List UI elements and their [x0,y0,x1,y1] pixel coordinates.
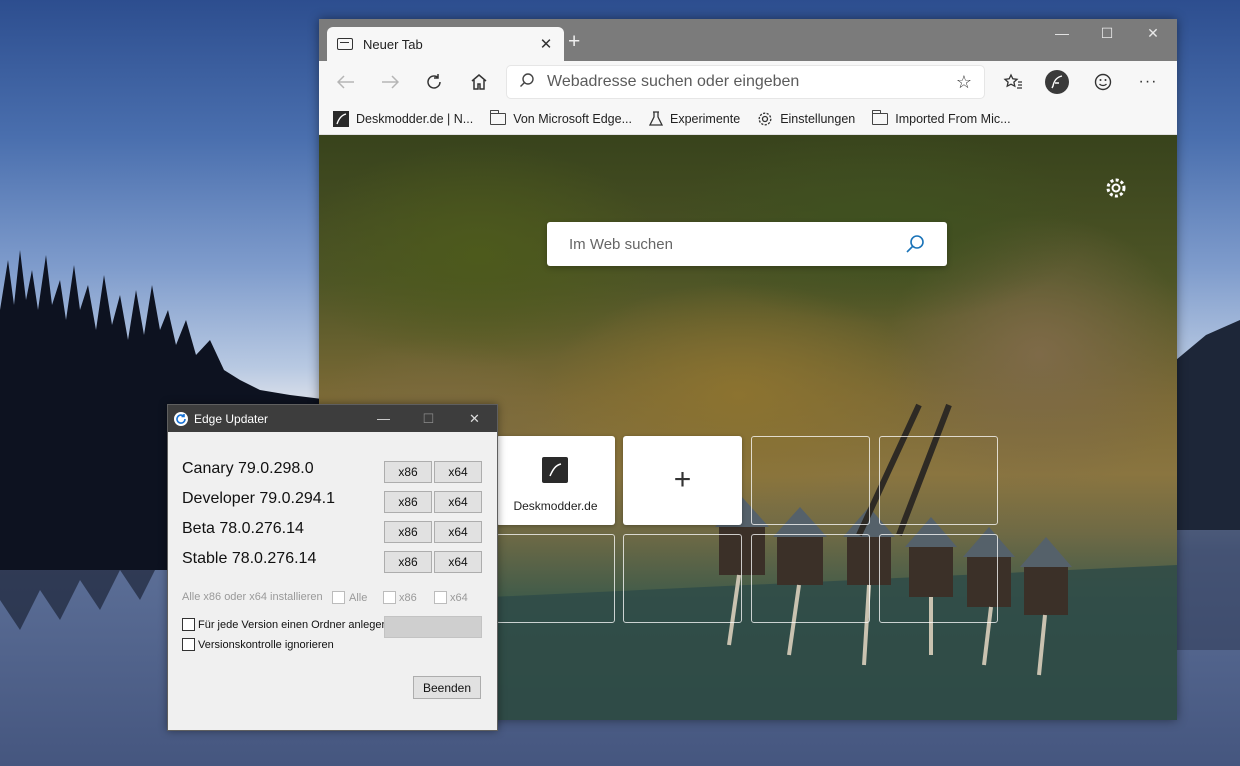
favorite-item[interactable]: Imported From Mic... [871,109,1011,126]
favorite-item[interactable]: Von Microsoft Edge... [489,109,632,126]
close-window-button[interactable]: ✕ [1130,25,1176,42]
tab-title: Neuer Tab [363,36,423,52]
search-icon [507,72,547,93]
address-input[interactable]: Webadresse suchen oder eingeben [547,73,944,91]
favorite-label: Einstellungen [780,111,856,126]
new-tab-page-icon [337,38,353,50]
favorite-item[interactable]: Einstellungen [757,111,855,127]
maximize-button[interactable]: ☐ [1084,25,1130,42]
folder-icon [871,109,889,125]
gear-icon [757,111,773,127]
back-button[interactable] [332,69,360,95]
favorite-item[interactable]: Deskmodder.de | N... [333,110,474,127]
feather-icon [1051,75,1063,89]
stable-x64-button[interactable]: x64 [434,551,482,573]
tab-strip: Neuer Tab ✕ + — ☐ ✕ [319,19,1177,61]
empty-tile [879,534,998,623]
exit-button[interactable]: Beenden [413,676,481,699]
install-x64-option-label: x64 [450,592,468,604]
empty-tile [751,534,870,623]
favorite-label: Von Microsoft Edge... [513,111,632,126]
favorites-button[interactable] [999,69,1027,95]
deskmodder-icon [333,110,349,127]
favorite-label: Experimente [670,111,741,126]
stable-x86-button[interactable]: x86 [384,551,432,573]
developer-x86-button[interactable]: x86 [384,491,432,513]
smiley-icon [1094,73,1112,91]
updater-minimize-button[interactable]: — [361,405,406,432]
favorites-list-icon [1003,73,1022,89]
new-tab-button[interactable]: + [568,31,580,53]
empty-tile [751,436,870,525]
empty-tile [623,534,742,623]
tab-neuer-tab[interactable]: Neuer Tab ✕ [327,27,564,61]
install-all-label: Alle x86 oder x64 installieren [182,591,323,603]
deskmodder-icon [542,457,568,483]
more-menu-icon[interactable]: ··· [1134,69,1162,95]
version-label-beta: Beta 78.0.276.14 [182,520,304,537]
canary-x86-button[interactable]: x86 [384,461,432,483]
forward-arrow-icon [382,75,399,89]
empty-tile [496,534,615,623]
favorites-bar: Deskmodder.de | N... Von Microsoft Edge.… [319,103,1177,135]
updater-title: Edge Updater [194,411,269,426]
install-all-checkbox [332,591,345,604]
folder-per-version-label: Für jede Version einen Ordner anlegen [198,619,388,631]
install-x86-option-label: x86 [399,592,417,604]
flask-icon [649,110,663,127]
home-icon [471,74,487,90]
web-search-box[interactable]: Im Web suchen [547,222,947,266]
refresh-icon [427,74,441,89]
refresh-button[interactable] [420,69,448,95]
ignore-version-check-checkbox[interactable] [182,638,195,651]
tab-close-icon[interactable]: ✕ [538,35,554,53]
install-x86-checkbox [383,591,396,604]
web-search-input[interactable]: Im Web suchen [569,236,905,253]
desktop-right-hill [1176,320,1240,650]
favorite-item[interactable]: Experimente [649,110,741,127]
add-quick-link-button[interactable]: + [623,436,742,525]
back-arrow-icon [337,75,354,89]
folder-path-field [384,616,482,638]
favorite-label: Imported From Mic... [895,111,1011,126]
beta-x86-button[interactable]: x86 [384,521,432,543]
home-button[interactable] [465,69,493,95]
canary-x64-button[interactable]: x64 [434,461,482,483]
empty-tile [879,436,998,525]
folder-icon [489,109,507,125]
updater-maximize-button: ☐ [422,410,435,426]
plus-icon: + [673,463,692,496]
add-favorite-star-icon[interactable]: ☆ [944,72,984,93]
address-bar[interactable]: Webadresse suchen oder eingeben ☆ [507,66,984,98]
feedback-button[interactable] [1089,69,1117,95]
updater-app-icon [174,411,188,426]
minimize-button[interactable]: — [1039,25,1085,41]
page-settings-gear-icon[interactable] [1105,177,1127,199]
profile-avatar[interactable] [1045,70,1069,94]
beta-x64-button[interactable]: x64 [434,521,482,543]
folder-per-version-checkbox[interactable] [182,618,195,631]
forward-button[interactable] [376,69,404,95]
quick-link-label: Deskmodder.de [513,499,598,513]
updater-titlebar: Edge Updater — ☐ ✕ [168,405,497,432]
updater-close-button[interactable]: ✕ [452,405,497,432]
install-x64-checkbox [434,591,447,604]
developer-x64-button[interactable]: x64 [434,491,482,513]
quick-link-deskmodder[interactable]: Deskmodder.de [496,436,615,525]
ignore-version-check-label: Versionskontrolle ignorieren [198,639,334,651]
version-label-developer: Developer 79.0.294.1 [182,490,335,507]
version-label-canary: Canary 79.0.298.0 [182,460,314,477]
favorite-label: Deskmodder.de | N... [356,111,474,126]
search-icon[interactable] [905,234,925,254]
version-label-stable: Stable 78.0.276.14 [182,550,317,567]
install-all-option-label: Alle [349,592,368,604]
edge-updater-window: Edge Updater — ☐ ✕ Canary 79.0.298.0 x86… [167,404,498,731]
